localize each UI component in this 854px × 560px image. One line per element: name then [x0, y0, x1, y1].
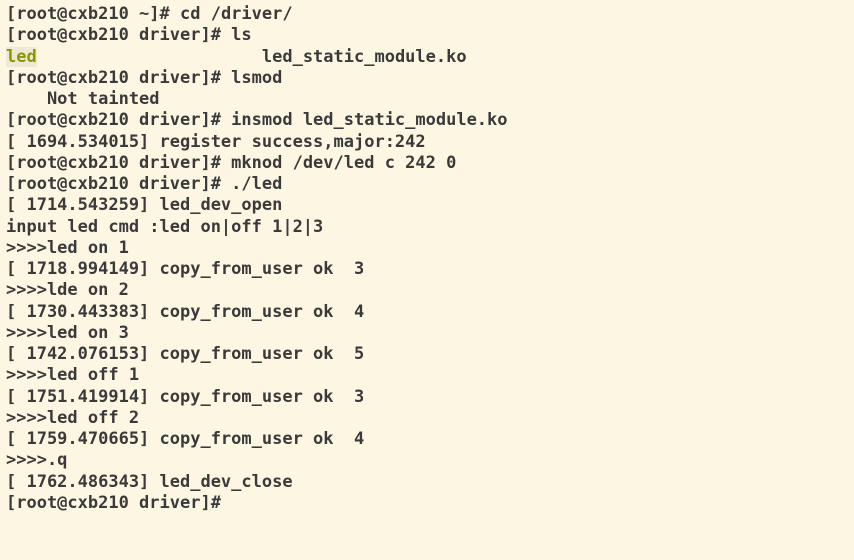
output-line: >>>>led on 3 [6, 323, 848, 344]
output-line: [ 1742.076153] copy_from_user ok 5 [6, 344, 848, 365]
shell-prompt: [root@cxb210 driver]# [6, 174, 231, 194]
command-text: cd /driver/ [180, 4, 293, 24]
terminal-line: [root@cxb210 driver]# ./led [6, 174, 848, 195]
shell-prompt: [root@cxb210 driver]# [6, 110, 231, 130]
command-text: mknod /dev/led c 242 0 [231, 153, 456, 173]
command-text: insmod led_static_module.ko [231, 110, 507, 130]
terminal-line: [root@cxb210 driver]# mknod /dev/led c 2… [6, 153, 848, 174]
command-text: lsmod [231, 68, 282, 88]
terminal-line[interactable]: [root@cxb210 driver]# [6, 493, 848, 514]
output-line: input led cmd :led on|off 1|2|3 [6, 217, 848, 238]
output-line: [ 1759.470665] copy_from_user ok 4 [6, 429, 848, 450]
shell-prompt: [root@cxb210 driver]# [6, 493, 231, 513]
output-line: >>>>.q [6, 450, 848, 471]
output-line: >>>>lde on 2 [6, 280, 848, 301]
output-line: [ 1730.443383] copy_from_user ok 4 [6, 302, 848, 323]
ls-output-line: led led_static_module.ko [6, 47, 848, 68]
shell-prompt: [root@cxb210 ~]# [6, 4, 180, 24]
output-line: [ 1762.486343] led_dev_close [6, 472, 848, 493]
shell-prompt: [root@cxb210 driver]# [6, 25, 231, 45]
output-line: >>>>led off 1 [6, 365, 848, 386]
shell-prompt: [root@cxb210 driver]# [6, 68, 231, 88]
output-line: [ 1694.534015] register success,major:24… [6, 132, 848, 153]
output-line: Not tainted [6, 89, 848, 110]
ls-file-entry: led_static_module.ko [37, 47, 467, 67]
output-line: >>>>led on 1 [6, 238, 848, 259]
terminal-line: [root@cxb210 driver]# insmod led_static_… [6, 110, 848, 131]
terminal-line: [root@cxb210 driver]# ls [6, 25, 848, 46]
shell-prompt: [root@cxb210 driver]# [6, 153, 231, 173]
command-text: ls [231, 25, 251, 45]
output-line: >>>>led off 2 [6, 408, 848, 429]
ls-directory-entry: led [6, 47, 37, 67]
output-line: [ 1718.994149] copy_from_user ok 3 [6, 259, 848, 280]
terminal-line: [root@cxb210 ~]# cd /driver/ [6, 4, 848, 25]
terminal-line: [root@cxb210 driver]# lsmod [6, 68, 848, 89]
command-text: ./led [231, 174, 282, 194]
output-line: [ 1751.419914] copy_from_user ok 3 [6, 387, 848, 408]
output-line: [ 1714.543259] led_dev_open [6, 195, 848, 216]
